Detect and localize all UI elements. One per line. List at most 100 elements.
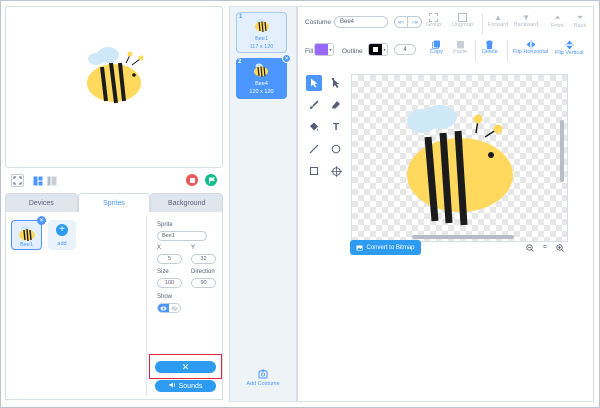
fullscreen-icon[interactable]	[11, 174, 24, 187]
backward-button[interactable]: ▼ Backward	[514, 13, 538, 28]
backward-label: Backward	[514, 22, 539, 28]
add-costume-icon	[258, 369, 268, 379]
undo-icon[interactable]	[394, 16, 408, 28]
add-sprite-button[interactable]: + add	[48, 220, 76, 250]
delete-sprite-button[interactable]: ✕	[155, 361, 216, 373]
brush-icon	[310, 100, 319, 109]
costume-card-1[interactable]: 1 Bee1 117 x 120	[236, 12, 287, 53]
zoom-out-icon[interactable]	[522, 241, 537, 254]
ungroup-icon	[458, 13, 468, 22]
small-stage-icon[interactable]	[31, 174, 44, 187]
large-stage-icon[interactable]	[45, 174, 58, 187]
brush-tool[interactable]	[306, 97, 322, 113]
costume-center-tool[interactable]	[328, 163, 344, 179]
stage-bee-sprite[interactable]	[6, 7, 224, 169]
zoom-reset-button[interactable]: =	[537, 241, 552, 254]
line-tool[interactable]	[306, 141, 322, 157]
select-tool[interactable]	[306, 75, 322, 91]
tab-devices[interactable]: Devices	[5, 193, 78, 213]
back-button[interactable]: ⏷ Back	[574, 13, 586, 29]
fill-swatch	[315, 44, 328, 55]
costume-name-label: Costume	[305, 19, 332, 26]
paint-bucket-icon	[310, 122, 318, 131]
x-field[interactable]: 5	[157, 254, 182, 264]
direction-field[interactable]: 90	[191, 278, 216, 288]
group-label: Group	[426, 22, 442, 28]
delete-button[interactable]: Delete	[482, 40, 498, 55]
delete-icon	[486, 40, 494, 49]
tab-background[interactable]: Background	[150, 193, 224, 213]
costume-delete-icon[interactable]: ✕	[282, 54, 291, 63]
horizontal-scrollbar[interactable]	[412, 235, 514, 239]
convert-label: Convert to Bitmap	[366, 244, 415, 251]
paint-editor: Costume Bee4 Group Ungroup ▲ Forward ▼ B…	[297, 6, 594, 402]
sounds-button[interactable]: Sounds	[155, 380, 216, 392]
copy-label: Copy	[430, 49, 443, 55]
costume-card-2[interactable]: 2 ✕ Bee4 120 x 120	[236, 54, 291, 99]
sprite-name-label: Sprite	[157, 222, 173, 228]
front-button[interactable]: ⏶ Front	[551, 13, 564, 29]
convert-to-bitmap-button[interactable]: Convert to Bitmap	[350, 240, 421, 255]
paint-canvas[interactable]	[351, 74, 568, 242]
canvas-bee-costume[interactable]	[352, 75, 569, 243]
outline-width-field[interactable]: 4	[394, 44, 416, 55]
rectangle-tool[interactable]	[306, 163, 322, 179]
zoom-in-icon[interactable]	[553, 241, 568, 254]
fill-color-picker[interactable]: ▾	[314, 43, 334, 56]
costume-size: 120 x 120	[249, 89, 274, 95]
tab-sprites[interactable]: Sprites	[77, 193, 151, 213]
copy-button[interactable]: Copy	[430, 40, 443, 55]
outline-label: Outline	[342, 48, 363, 55]
reshape-tool[interactable]	[328, 75, 344, 91]
backward-icon: ▼	[522, 13, 531, 22]
paste-button[interactable]: Paste	[453, 40, 467, 55]
sounds-label: Sounds	[178, 382, 203, 390]
speaker-icon	[169, 382, 176, 390]
panel-tabs: Devices Sprites Background	[5, 193, 224, 213]
flip-horizontal-button[interactable]: Flip Horizontal	[513, 40, 548, 55]
size-field[interactable]: 100	[157, 278, 182, 288]
group-button[interactable]: Group	[426, 13, 441, 28]
rectangle-icon	[310, 167, 318, 175]
chevron-down-icon: ▾	[382, 44, 387, 55]
toolbar-divider	[482, 13, 483, 35]
arrow-cursor-icon	[310, 78, 317, 88]
costume-name-field[interactable]: Bee4	[334, 16, 388, 28]
ungroup-label: Ungroup	[452, 22, 474, 28]
eraser-tool[interactable]	[328, 97, 344, 113]
sprite-tile-label: Bee1	[20, 242, 33, 248]
costume-list: 1 Bee1 117 x 120 2 ✕ Bee4 120 x 120 Add …	[229, 6, 297, 402]
sprite-name-field[interactable]: Bee1	[157, 231, 207, 241]
green-flag-icon[interactable]	[205, 174, 217, 186]
forward-button[interactable]: ▲ Forward	[488, 13, 508, 28]
outline-color-picker[interactable]: ▾	[368, 43, 388, 56]
outline-swatch-inner	[373, 47, 378, 52]
y-field[interactable]: 32	[191, 254, 216, 264]
stage-preview[interactable]	[5, 6, 223, 168]
add-costume-button[interactable]: Add Costume	[230, 369, 296, 387]
fill-label: Fill	[305, 48, 314, 55]
circle-tool[interactable]	[328, 141, 344, 157]
text-tool[interactable]: T	[328, 119, 344, 135]
flip-horizontal-icon	[526, 40, 536, 49]
ungroup-button[interactable]: Ungroup	[452, 13, 473, 28]
flip-vertical-button[interactable]: Flip Vertical	[555, 40, 583, 56]
chevron-down-icon: ▾	[328, 44, 333, 55]
stop-icon[interactable]	[186, 174, 198, 186]
show-eye-icon[interactable]	[158, 304, 169, 312]
group-icon	[429, 13, 439, 22]
toolbar-divider	[507, 40, 508, 62]
add-sprite-label: add	[57, 241, 67, 247]
show-toggle	[157, 303, 181, 313]
back-label: Back	[574, 23, 587, 29]
fill-tool[interactable]	[306, 119, 322, 135]
flip-horizontal-label: Flip Horizontal	[513, 49, 549, 55]
costume-index: 1	[239, 14, 243, 20]
hide-eye-icon[interactable]	[169, 304, 180, 312]
redo-icon[interactable]	[408, 16, 422, 28]
eraser-icon	[332, 101, 340, 109]
vertical-scrollbar[interactable]	[560, 120, 564, 182]
costume-thumb-bee1	[255, 18, 269, 33]
sprite-delete-icon[interactable]: ✕	[37, 216, 46, 225]
sprite-tile-bee1[interactable]: Bee1 ✕	[11, 216, 46, 250]
